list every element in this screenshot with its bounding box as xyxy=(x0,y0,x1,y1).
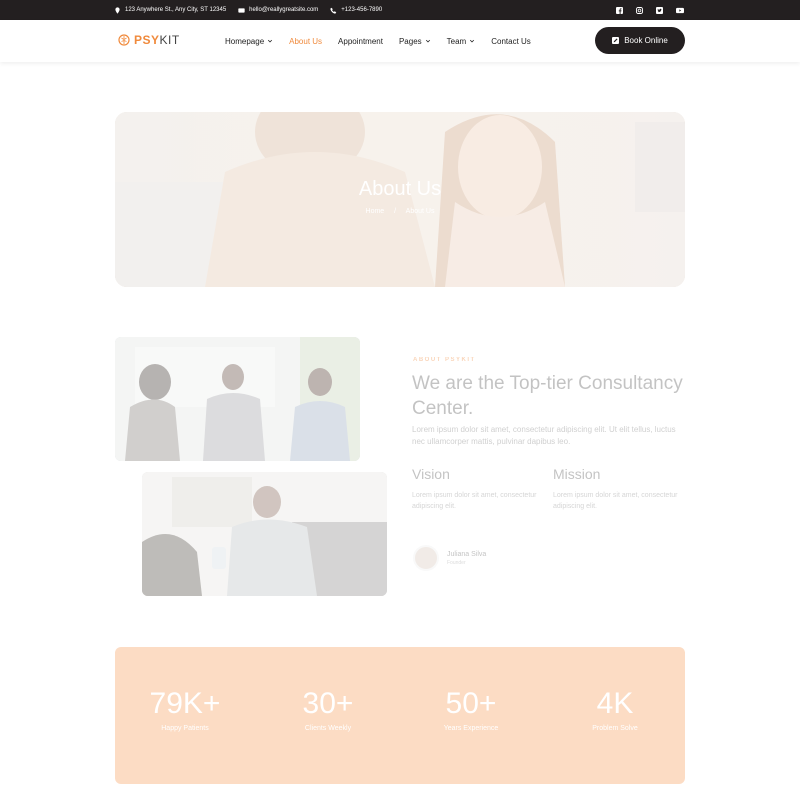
stat-years-experience: 50+ Years Experience xyxy=(401,687,541,732)
chevron-down-icon xyxy=(268,39,273,43)
stat-problem-solve: 4K Problem Solve xyxy=(545,687,685,732)
hero-title: About Us xyxy=(358,178,442,200)
nav-label: Appointment xyxy=(338,36,383,46)
founder-role: Founder xyxy=(447,559,466,566)
nav-label: Contact Us xyxy=(491,36,531,46)
nav-team[interactable]: Team xyxy=(447,37,476,46)
logo-text-kit: KIT xyxy=(159,33,180,47)
contact-info: 123 Anywhere St., Any City, ST 12345 hel… xyxy=(114,0,382,20)
about-description: Lorem ipsum dolor sit amet, consectetur … xyxy=(412,425,676,446)
main-header: PSY KIT Homepage About Us Appointment Pag… xyxy=(0,20,800,62)
stat-label: Happy Patients xyxy=(161,725,209,732)
stat-value: 50+ xyxy=(445,687,497,720)
chevron-down-icon xyxy=(425,39,430,43)
mail-icon xyxy=(238,7,245,13)
nav-pages[interactable]: Pages xyxy=(399,37,431,46)
phone-item[interactable]: +123-456-7890 xyxy=(330,7,382,14)
nav-label: Pages xyxy=(398,36,422,46)
about-kicker: ABOUT PSYKIT xyxy=(413,357,476,363)
phone-icon xyxy=(330,7,337,14)
session-photo xyxy=(115,337,360,461)
breadcrumb-home[interactable]: Home xyxy=(366,208,385,215)
location-pin-icon xyxy=(115,6,120,14)
nav-homepage[interactable]: Homepage xyxy=(225,37,273,46)
youtube-icon[interactable] xyxy=(676,7,684,14)
email-item[interactable]: hello@reallygreatsite.com xyxy=(238,7,318,14)
edit-icon xyxy=(612,37,620,44)
site-logo[interactable]: PSY KIT xyxy=(118,33,180,47)
email-text[interactable]: hello@reallygreatsite.com xyxy=(249,7,318,13)
counseling-photo xyxy=(142,472,387,596)
nav-appointment[interactable]: Appointment xyxy=(338,37,383,46)
book-online-label: Book Online xyxy=(624,36,668,45)
stat-label: Problem Solve xyxy=(592,725,638,732)
address-item: 123 Anywhere St., Any City, ST 12345 xyxy=(114,6,227,14)
vision-title: Vision xyxy=(412,466,450,482)
nav-about-us[interactable]: About Us xyxy=(289,37,322,46)
address-text: 123 Anywhere St., Any City, ST 12345 xyxy=(125,7,227,13)
stat-clients-weekly: 30+ Clients Weekly xyxy=(258,687,398,732)
nav-label: Team xyxy=(446,36,467,46)
social-links xyxy=(616,0,684,20)
page-hero-banner: About Us Home / About Us xyxy=(115,112,685,287)
logo-text-psy: PSY xyxy=(134,33,160,47)
mission-text: Lorem ipsum dolor sit amet, consectetur … xyxy=(553,492,678,510)
book-online-button[interactable]: Book Online xyxy=(595,27,685,54)
mission-title: Mission xyxy=(553,466,601,482)
chevron-down-icon xyxy=(470,39,475,43)
nav-label: Homepage xyxy=(225,36,265,46)
about-heading: We are the Top-tier Consultancy Center. xyxy=(412,373,683,419)
instagram-icon[interactable] xyxy=(636,6,643,14)
breadcrumb-current: About Us xyxy=(405,208,435,215)
phone-text[interactable]: +123-456-7890 xyxy=(341,7,382,13)
nav-contact-us[interactable]: Contact Us xyxy=(491,37,531,46)
stat-value: 79K+ xyxy=(149,687,221,720)
avatar xyxy=(413,545,439,571)
about-image-counseling xyxy=(142,472,387,596)
about-image-group-session xyxy=(115,337,360,461)
brain-logo-icon xyxy=(118,34,130,46)
stat-label: Years Experience xyxy=(443,725,499,732)
main-nav: Homepage About Us Appointment Pages Team… xyxy=(225,20,531,62)
nav-label: About Us xyxy=(289,36,323,46)
stat-happy-patients: 79K+ Happy Patients xyxy=(115,687,255,732)
breadcrumb: Home / About Us xyxy=(115,208,685,215)
founder-signature: Juliana Silva Founder xyxy=(413,545,486,571)
founder-name: Juliana Silva xyxy=(447,550,487,558)
top-info-bar: 123 Anywhere St., Any City, ST 12345 hel… xyxy=(0,0,800,20)
stats-section: 79K+ Happy Patients 30+ Clients Weekly 5… xyxy=(115,647,685,784)
stat-value: 30+ xyxy=(302,687,354,720)
stat-label: Clients Weekly xyxy=(304,725,352,732)
twitter-icon[interactable] xyxy=(656,6,663,14)
vision-text: Lorem ipsum dolor sit amet, consectetur … xyxy=(412,492,537,510)
stat-value: 4K xyxy=(596,687,634,720)
facebook-icon[interactable] xyxy=(616,6,623,14)
breadcrumb-separator: / xyxy=(394,208,397,215)
